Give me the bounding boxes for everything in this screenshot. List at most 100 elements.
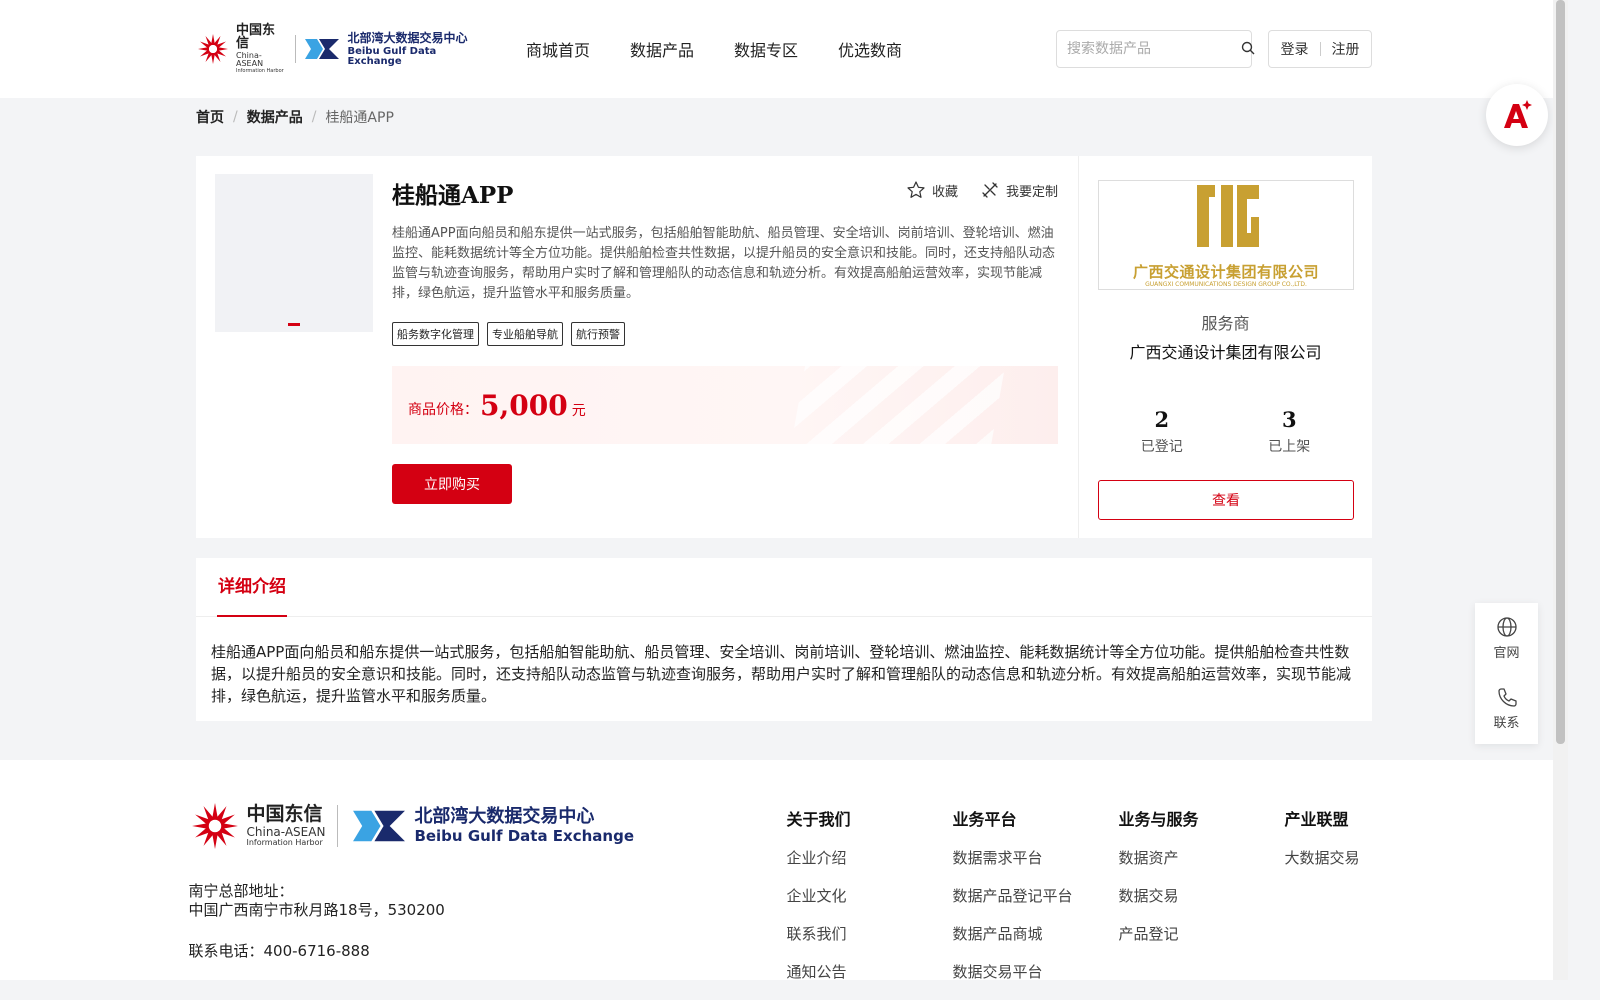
footer-link[interactable]: 数据产品商城 — [953, 923, 1119, 944]
website-label: 官网 — [1493, 645, 1520, 661]
main-nav: 商城首页 数据产品 数据专区 优选数商 — [526, 37, 942, 61]
buy-now-button[interactable]: 立即购买 — [392, 464, 512, 504]
tab-details[interactable]: 详细介绍 — [217, 558, 287, 617]
favorite-label: 收藏 — [931, 184, 958, 200]
price-value: 5,000 — [480, 388, 568, 422]
logo-cn-en: China-ASEAN — [236, 51, 264, 68]
breadcrumb-separator: / — [311, 109, 317, 125]
search-input[interactable] — [1067, 41, 1241, 57]
stat-listed-label: 已上架 — [1268, 439, 1311, 455]
favorite-button[interactable]: 收藏 — [906, 180, 958, 200]
address-text: 中国广西南宁市秋月路18号，530200 — [188, 901, 445, 919]
breadcrumb-current: 桂船通APP — [325, 110, 394, 126]
stat-registered-count: 2 — [1154, 407, 1170, 432]
details-content: 桂船通APP面向船员和船东提供一站式服务，包括船舶智能助航、船员管理、安全培训、… — [211, 643, 1352, 705]
stat-listed-count: 3 — [1281, 407, 1297, 432]
site-logo[interactable]: 中国东信 China-ASEAN Information Harbor 北部湾大… — [196, 24, 488, 74]
logo-bb-cn: 北部湾大数据交易中心 — [347, 30, 468, 45]
footer-col-title: 业务与服务 — [1118, 810, 1199, 829]
login-link[interactable]: 登录 — [1281, 39, 1309, 59]
auth-box: 登录 注册 — [1268, 30, 1372, 68]
logo-cn-en: China-ASEAN — [246, 825, 326, 839]
footer-link[interactable]: 数据交易 — [1119, 885, 1285, 906]
nav-preferred-vendors[interactable]: 优选数商 — [838, 37, 902, 61]
footer-link[interactable]: 数据资产 — [1119, 847, 1285, 868]
footer-link[interactable]: 企业介绍 — [787, 847, 953, 868]
stat-registered: 2 已登记 — [1141, 407, 1183, 456]
register-link[interactable]: 注册 — [1332, 39, 1360, 59]
footer-address: 南宁总部地址： 中国广西南宁市秋月路18号，530200 — [189, 882, 749, 920]
footer-link[interactable]: 数据产品登记平台 — [953, 885, 1119, 906]
footer-col-about: 关于我们 企业介绍 企业文化 联系我们 通知公告 — [787, 796, 953, 982]
vendor-name: 广西交通设计集团有限公司 — [1129, 343, 1322, 362]
footer-link[interactable]: 数据交易平台 — [953, 961, 1119, 982]
china-asean-wordmark: 中国东信 China-ASEAN Information Harbor — [247, 805, 326, 847]
footer-links: 关于我们 企业介绍 企业文化 联系我们 通知公告 业务平台 数据需求平台 数据产… — [787, 796, 1365, 982]
nav-mall-home[interactable]: 商城首页 — [526, 37, 590, 61]
price-box: 商品价格： 5,000 元 — [392, 366, 1058, 444]
footer-col-title: 业务平台 — [952, 810, 1017, 829]
product-actions: 收藏 我要定制 — [884, 180, 1058, 200]
nav-data-zone[interactable]: 数据专区 — [734, 37, 798, 61]
image-carousel-indicator[interactable] — [288, 323, 300, 326]
china-asean-logo-icon — [189, 800, 241, 852]
logo-cn-name: 中国东信 — [246, 803, 323, 825]
footer-link[interactable]: 通知公告 — [787, 961, 953, 982]
footer-link[interactable]: 企业文化 — [787, 885, 953, 906]
site-header: 中国东信 China-ASEAN Information Harbor 北部湾大… — [0, 0, 1568, 98]
logo-divider — [337, 805, 339, 847]
search-box — [1056, 30, 1255, 68]
footer-col-platform: 业务平台 数据需求平台 数据产品登记平台 数据产品商城 数据交易平台 — [953, 796, 1119, 982]
footer-info: 中国东信 China-ASEAN Information Harbor 北部湾大… — [189, 796, 749, 982]
vendor-stats: 2 已登记 3 已上架 — [1098, 407, 1353, 456]
details-tabs: 详细介绍 — [196, 558, 1372, 617]
china-asean-wordmark: 中国东信 China-ASEAN Information Harbor — [236, 24, 287, 74]
china-asean-logo-icon — [196, 32, 230, 66]
breadcrumb-separator: / — [233, 109, 238, 125]
product-tag: 船务数字化管理 — [392, 322, 479, 346]
logo-bb-en: Beibu Gulf Data Exchange — [414, 827, 634, 845]
customize-button[interactable]: 我要定制 — [980, 180, 1058, 200]
website-button[interactable]: 官网 — [1475, 603, 1538, 673]
beibu-gulf-logo-icon — [350, 804, 408, 848]
footer-link[interactable]: 数据需求平台 — [953, 847, 1119, 868]
breadcrumb-category[interactable]: 数据产品 — [247, 107, 303, 127]
vendor-logo-emblem-icon — [1197, 185, 1259, 247]
site-footer: 中国东信 China-ASEAN Information Harbor 北部湾大… — [0, 760, 1553, 982]
view-vendor-button[interactable]: 查看 — [1098, 480, 1354, 520]
breadcrumb: 首页 / 数据产品 / 桂船通APP — [196, 98, 1372, 136]
vendor-role: 服务商 — [1201, 314, 1250, 333]
phone-icon — [1497, 687, 1517, 707]
footer-col-services: 业务与服务 数据资产 数据交易 产品登记 — [1119, 796, 1285, 982]
breadcrumb-home[interactable]: 首页 — [196, 107, 224, 127]
scrollbar-thumb[interactable] — [1556, 0, 1565, 744]
product-tags: 船务数字化管理 专业船舶导航 航行预警 — [392, 322, 1058, 346]
details-panel: 详细介绍 桂船通APP面向船员和船东提供一站式服务，包括船舶智能助航、船员管理、… — [196, 558, 1372, 721]
page-scrollbar[interactable] — [1553, 0, 1568, 980]
side-toolbar: 官网 联系 — [1475, 603, 1538, 744]
footer-link[interactable]: 产品登记 — [1119, 923, 1285, 944]
footer-col-alliance: 产业联盟 大数据交易 — [1285, 796, 1365, 982]
product-panel: 桂船通APP 桂船通APP面向船员和船东提供一站式服务，包括船舶智能助航、船员管… — [196, 156, 1372, 538]
logo-cn-name: 中国东信 — [236, 23, 276, 51]
footer-logo: 中国东信 China-ASEAN Information Harbor 北部湾大… — [189, 796, 749, 856]
contact-label: 联系 — [1493, 715, 1520, 731]
nav-data-products[interactable]: 数据产品 — [630, 37, 694, 61]
logo-divider — [294, 35, 296, 63]
price-unit: 元 — [571, 403, 586, 419]
contact-button[interactable]: 联系 — [1475, 673, 1538, 743]
star-icon — [907, 181, 925, 198]
product-description: 桂船通APP面向船员和船东提供一站式服务，包括船舶智能助航、船员管理、安全培训、… — [392, 226, 1056, 301]
address-label: 南宁总部地址： — [188, 882, 294, 900]
footer-col-title: 产业联盟 — [1284, 810, 1349, 829]
ai-assistant-button[interactable] — [1486, 84, 1548, 146]
vendor-logo-name: 广西交通设计集团有限公司 — [1132, 263, 1319, 281]
footer-link[interactable]: 大数据交易 — [1285, 847, 1365, 868]
product-image[interactable] — [215, 174, 373, 332]
vendor-logo-en: GUANGXI COMMUNICATIONS DESIGN GROUP CO.,… — [1145, 281, 1307, 288]
search-icon[interactable] — [1241, 40, 1255, 59]
vendor-card: 广西交通设计集团有限公司 GUANGXI COMMUNICATIONS DESI… — [1078, 156, 1372, 538]
footer-link[interactable]: 联系我们 — [787, 923, 953, 944]
tools-icon — [982, 182, 998, 198]
product-info: 桂船通APP 桂船通APP面向船员和船东提供一站式服务，包括船舶智能助航、船员管… — [392, 174, 1058, 538]
